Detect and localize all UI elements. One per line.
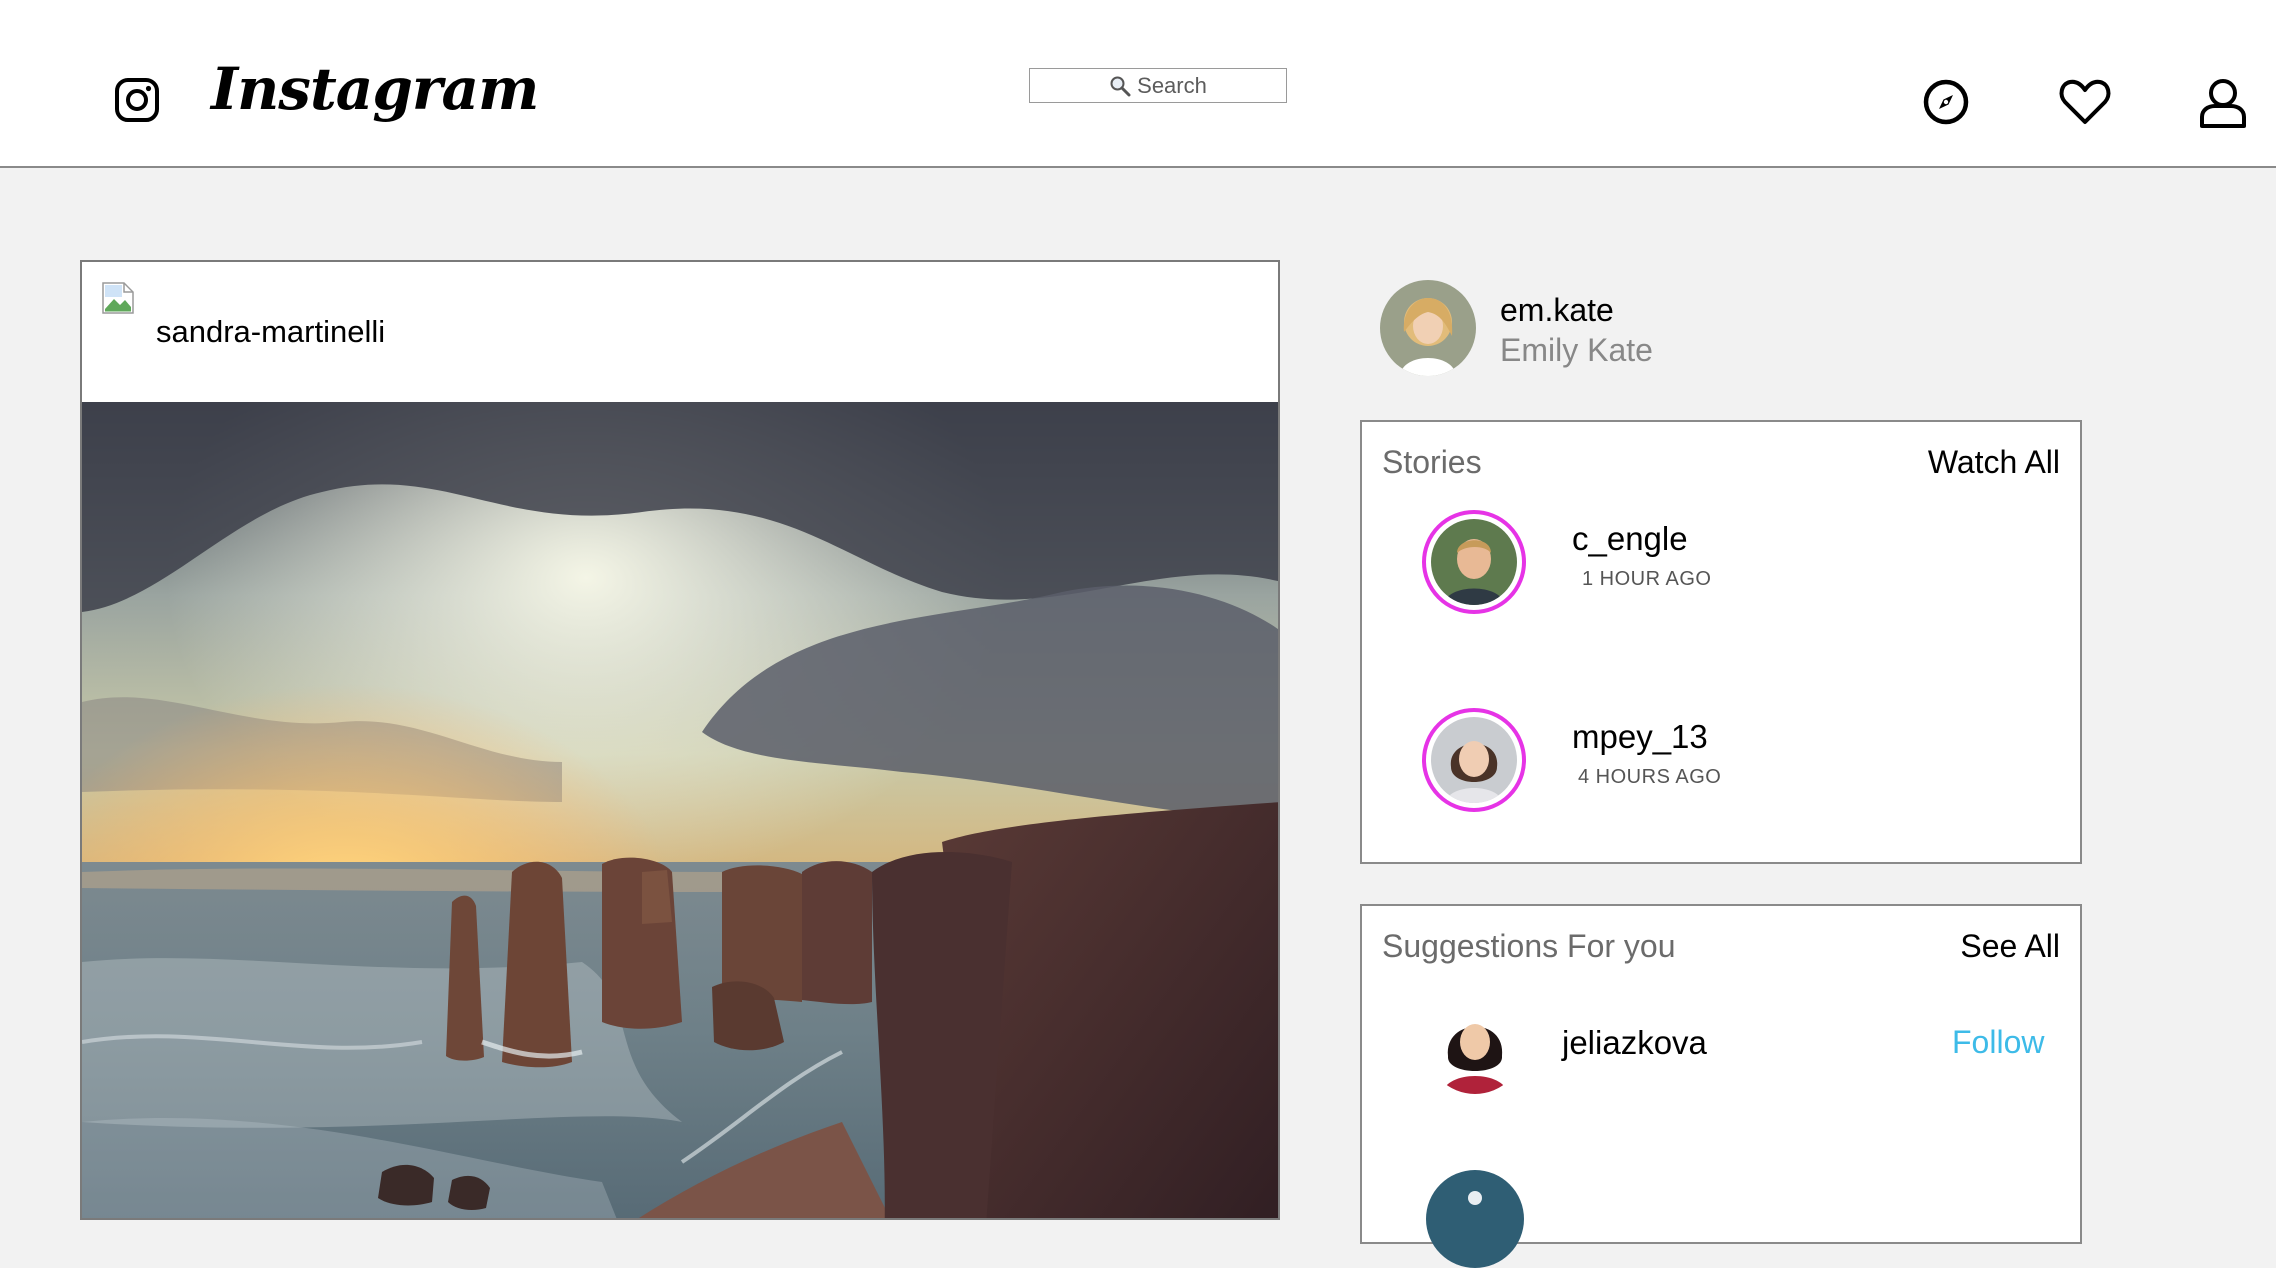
follow-button[interactable]: Follow — [1952, 1024, 2044, 1061]
profile-avatar[interactable] — [1380, 280, 1476, 376]
suggestion-avatar[interactable] — [1426, 1170, 1524, 1268]
post-card: sandra-martinelli — [80, 260, 1280, 1220]
story-time: 1 HOUR AGO — [1582, 568, 1712, 590]
story-time: 4 HOURS AGO — [1578, 766, 1722, 788]
suggestion-avatar[interactable] — [1426, 996, 1524, 1094]
instagram-logo-icon[interactable] — [114, 77, 160, 123]
story-avatar[interactable] — [1422, 708, 1526, 812]
stories-panel: Stories Watch All c_engle 1 HOUR AGO mpe… — [1360, 420, 2082, 864]
story-avatar[interactable] — [1422, 510, 1526, 614]
post-username[interactable]: sandra-martinelli — [156, 314, 385, 350]
search-input[interactable]: Search — [1029, 68, 1287, 103]
top-navbar: Instagram Search — [0, 0, 2276, 168]
see-all-link[interactable]: See All — [1960, 928, 2060, 965]
story-username[interactable]: c_engle — [1572, 520, 1688, 558]
profile-icon[interactable] — [2195, 74, 2251, 130]
avatar — [1431, 717, 1517, 803]
explore-icon[interactable] — [1918, 74, 1974, 130]
post-header: sandra-martinelli — [82, 262, 1278, 402]
profile-fullname: Emily Kate — [1500, 332, 1653, 368]
profile-username[interactable]: em.kate — [1500, 292, 1614, 329]
broken-image-icon — [102, 282, 134, 314]
instagram-wordmark[interactable]: Instagram — [211, 60, 539, 118]
watch-all-link[interactable]: Watch All — [1928, 444, 2060, 481]
post-photo[interactable] — [82, 402, 1280, 1220]
search-placeholder: Search — [1137, 72, 1207, 98]
avatar — [1431, 519, 1517, 605]
heart-icon[interactable] — [2057, 74, 2113, 130]
suggestion-username[interactable]: jeliazkova — [1562, 1024, 1707, 1062]
suggestions-title: Suggestions For you — [1382, 928, 1676, 964]
story-username[interactable]: mpey_13 — [1572, 718, 1708, 756]
stories-title: Stories — [1382, 444, 1482, 480]
suggestions-panel: Suggestions For you See All jeliazkova F… — [1360, 904, 2082, 1268]
search-icon — [1110, 76, 1131, 96]
